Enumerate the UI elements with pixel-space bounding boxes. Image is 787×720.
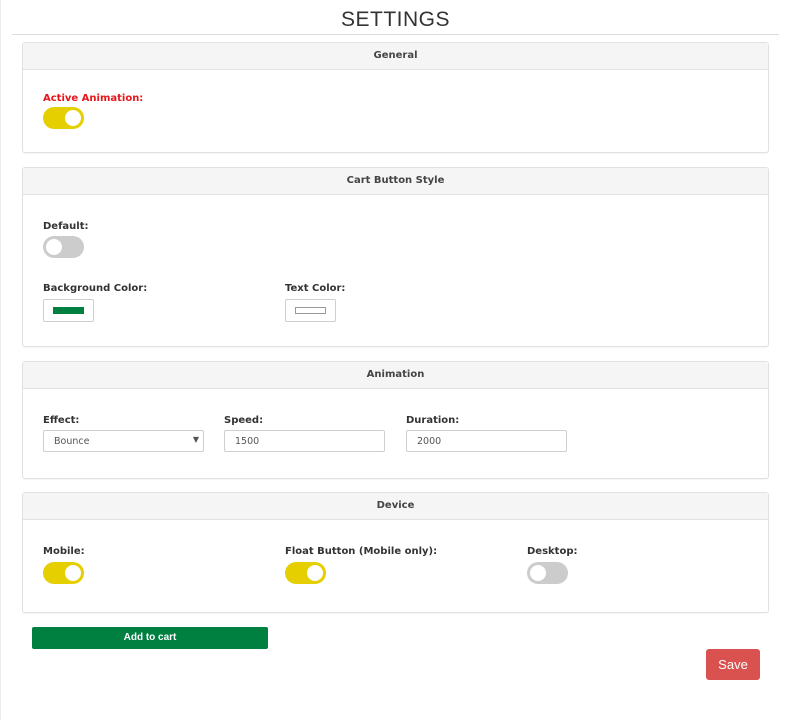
- animation-panel-header: Animation: [23, 362, 768, 389]
- default-field: Default:: [43, 221, 89, 232]
- device-panel-header: Device: [23, 493, 768, 520]
- duration-label: Duration:: [406, 415, 460, 426]
- speed-label: Speed:: [224, 415, 264, 426]
- mobile-field: Mobile:: [43, 546, 85, 557]
- page-title: SETTINGS: [12, 8, 779, 35]
- toggle-knob: [530, 565, 546, 581]
- float-button-toggle[interactable]: [285, 562, 326, 584]
- toggle-knob: [46, 239, 62, 255]
- desktop-toggle[interactable]: [527, 562, 568, 584]
- speed-field: Speed:: [224, 415, 263, 426]
- text-color-picker[interactable]: [285, 299, 336, 322]
- general-panel-header: General: [23, 43, 768, 70]
- text-color-field: Text Color:: [285, 283, 345, 294]
- chevron-down-icon: ▼: [192, 435, 199, 444]
- save-button[interactable]: Save: [706, 649, 760, 680]
- cart-button-style-panel-header: Cart Button Style: [23, 168, 768, 195]
- default-toggle[interactable]: [43, 236, 84, 258]
- text-color-swatch: [295, 307, 326, 314]
- page-edge: [0, 0, 4, 720]
- speed-input[interactable]: 1500: [224, 430, 385, 452]
- text-color-label: Text Color:: [285, 283, 346, 294]
- default-label: Default:: [43, 221, 89, 232]
- animation-panel: Animation Effect: Bounce ▼ Speed: 1500 D…: [22, 361, 769, 479]
- cart-button-style-panel: Cart Button Style Default: Background Co…: [22, 167, 769, 347]
- duration-field: Duration:: [406, 415, 459, 426]
- duration-input-value: 2000: [417, 436, 442, 447]
- mobile-label: Mobile:: [43, 546, 85, 557]
- background-color-label: Background Color:: [43, 283, 148, 294]
- effect-select[interactable]: Bounce ▼: [43, 430, 204, 452]
- general-panel: General Active Animation:: [22, 42, 769, 153]
- duration-input[interactable]: 2000: [406, 430, 567, 452]
- toggle-knob: [65, 110, 81, 126]
- add-to-cart-preview-button[interactable]: Add to cart: [32, 627, 268, 649]
- background-color-picker[interactable]: [43, 299, 94, 322]
- mobile-toggle[interactable]: [43, 562, 84, 584]
- speed-input-value: 1500: [235, 436, 260, 447]
- toggle-knob: [65, 565, 81, 581]
- active-animation-toggle[interactable]: [43, 107, 84, 129]
- background-color-swatch: [53, 307, 84, 314]
- effect-select-value: Bounce: [54, 436, 90, 447]
- float-button-field: Float Button (Mobile only):: [285, 546, 437, 557]
- desktop-label: Desktop:: [527, 546, 578, 557]
- active-animation-label: Active Animation:: [43, 93, 144, 104]
- float-button-label: Float Button (Mobile only):: [285, 546, 438, 557]
- desktop-field: Desktop:: [527, 546, 578, 557]
- device-panel: Device Mobile: Float Button (Mobile only…: [22, 492, 769, 613]
- effect-label: Effect:: [43, 415, 80, 426]
- background-color-field: Background Color:: [43, 283, 147, 294]
- effect-field: Effect:: [43, 415, 79, 426]
- active-animation-field: Active Animation:: [43, 93, 143, 104]
- toggle-knob: [307, 565, 323, 581]
